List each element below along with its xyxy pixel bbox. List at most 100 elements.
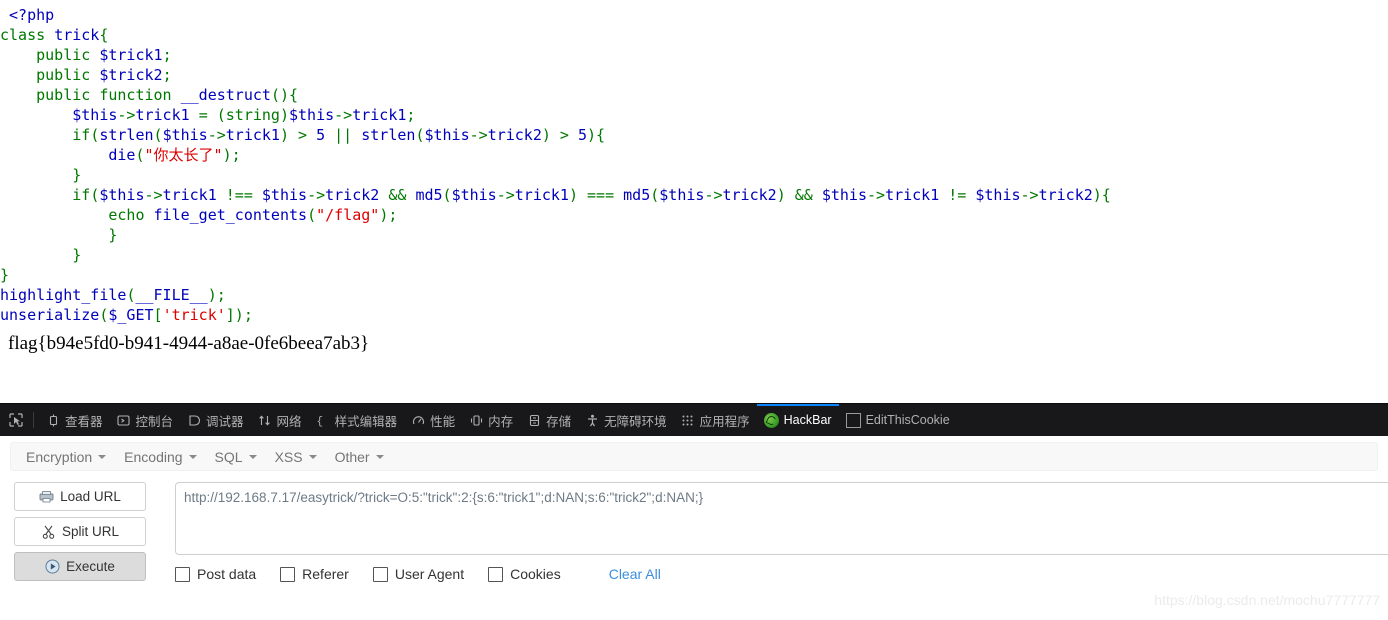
code-token: (){ — [270, 86, 299, 104]
code-token: -> — [307, 186, 326, 204]
devtools-tab-label: 查看器 — [65, 414, 103, 429]
code-line: } — [0, 165, 1388, 185]
code-token: if — [72, 126, 91, 144]
code-line: <?php — [0, 5, 1388, 25]
screenshot-root: <?php class trick{ public $trick1; public… — [0, 0, 1388, 620]
code-token: trick1 — [162, 186, 226, 204]
chevron-down-icon — [375, 454, 384, 459]
devtools-tab-5[interactable]: 性能 — [404, 404, 462, 437]
devtools-tab-2[interactable]: 调试器 — [180, 404, 251, 437]
code-token: trick1 — [225, 126, 280, 144]
code-token: ( — [90, 126, 100, 144]
devtools-tab-3[interactable]: 网络 — [251, 404, 309, 437]
devtools-tab-label: 控制台 — [135, 414, 174, 429]
code-token: public — [36, 46, 100, 64]
devtools-tab-1[interactable]: 控制台 — [110, 404, 181, 437]
code-token: if — [72, 186, 91, 204]
devtools-tab-4[interactable]: { } 样式编辑器 — [309, 404, 405, 437]
code-line: class trick{ — [0, 25, 1388, 45]
code-token: public — [36, 66, 100, 84]
option-label: User Agent — [394, 566, 465, 582]
code-token: -> — [1020, 186, 1039, 204]
hackbar-menu-label: Other — [334, 448, 370, 465]
code-token: $this — [261, 186, 308, 204]
devtools-tab-11[interactable]: EditThisCookie — [839, 404, 957, 437]
code-token: trick2 — [325, 186, 389, 204]
element-picker-button[interactable] — [6, 404, 28, 437]
execute-button[interactable]: Execute — [14, 552, 146, 581]
code-token: ){ — [587, 126, 606, 144]
option-post-data[interactable]: Post data — [175, 566, 256, 582]
devtools-tab-10[interactable]: HackBar — [757, 404, 839, 437]
code-token: ); — [379, 206, 398, 224]
devtools-tab-label: 样式编辑器 — [334, 414, 398, 429]
code-line: unserialize($_GET['trick']); — [0, 305, 1388, 325]
devtools-toolbar: 查看器 控制台 调试器 网络 { } 样式编辑器 性能 内存 存储 无障碍环境 应用程序 HackBa… — [0, 403, 1388, 436]
code-token: } — [0, 266, 10, 284]
hackbar-action-buttons: Load URL Split URL Execute — [14, 482, 146, 587]
hackbar-menu-other[interactable]: Other — [326, 446, 393, 468]
hackbar-menu-xss[interactable]: XSS — [266, 446, 326, 468]
code-token: ( — [650, 186, 660, 204]
devtools-tab-list: 查看器 控制台 调试器 网络 { } 样式编辑器 性能 内存 存储 无障碍环境 应用程序 HackBa… — [39, 404, 957, 437]
hackbar-menu-encryption[interactable]: Encryption — [17, 446, 115, 468]
code-token: trick1 — [352, 106, 407, 124]
button-label: Load URL — [60, 489, 121, 504]
hackbar-menu-sql[interactable]: SQL — [206, 446, 266, 468]
option-referer[interactable]: Referer — [280, 566, 349, 582]
code-token: ){ — [1092, 186, 1111, 204]
devtools-tab-0[interactable]: 查看器 — [39, 404, 110, 437]
devtools-tab-label: HackBar — [783, 413, 832, 427]
checkbox[interactable] — [372, 566, 388, 582]
code-line: $this->trick1 = (string)$this->trick1; — [0, 105, 1388, 125]
split-url-button[interactable]: Split URL — [14, 517, 146, 546]
code-token: <?php — [9, 6, 55, 24]
code-line: die("你太长了"); — [0, 145, 1388, 165]
code-line: highlight_file(__FILE__); — [0, 285, 1388, 305]
hackbar-menu-encoding[interactable]: Encoding — [115, 446, 205, 468]
load-url-button[interactable]: Load URL — [14, 482, 146, 511]
devtools-tab-7[interactable]: 存储 — [520, 404, 578, 437]
checkbox[interactable] — [175, 566, 190, 582]
code-token: ) === — [568, 186, 624, 204]
svg-text:{ }: { } — [316, 416, 330, 427]
code-token: public function — [36, 86, 181, 104]
code-line: public function __destruct(){ — [0, 85, 1388, 105]
code-token: 'trick' — [162, 306, 226, 324]
clear-all-link[interactable]: Clear All — [609, 566, 661, 582]
code-token: 5 — [316, 126, 326, 144]
code-token: -> — [704, 186, 723, 204]
option-user-agent[interactable]: User Agent — [372, 566, 465, 582]
devtools-tab-9[interactable]: 应用程序 — [674, 404, 757, 437]
checkbox[interactable] — [488, 566, 504, 582]
code-token: ; — [162, 46, 172, 64]
code-token: ]); — [225, 306, 253, 324]
code-token: { — [99, 26, 109, 44]
code-token: die — [108, 146, 136, 164]
devtools-tab-8[interactable]: 无障碍环境 — [578, 404, 674, 437]
code-token: ) > — [541, 126, 578, 144]
code-token: $this — [162, 126, 208, 144]
code-token: $trick2 — [99, 66, 163, 84]
option-cookies[interactable]: Cookies — [488, 566, 561, 582]
url-input[interactable] — [175, 482, 1388, 555]
devtools-tab-6[interactable]: 内存 — [462, 404, 520, 437]
watermark-text: https://blog.csdn.net/mochu7777777 — [1154, 592, 1380, 608]
code-token: ( — [153, 126, 163, 144]
checkbox[interactable] — [280, 566, 296, 582]
button-label: Execute — [66, 559, 115, 574]
chevron-down-icon — [188, 454, 197, 459]
code-token: file_get_contents — [153, 206, 308, 224]
code-token: "/flag" — [316, 206, 380, 224]
hackbar-menu-label: Encoding — [124, 448, 183, 465]
code-token: echo — [108, 206, 154, 224]
code-token: != — [948, 186, 976, 204]
code-token: $this — [821, 186, 867, 204]
code-token: trick2 — [1038, 186, 1093, 204]
